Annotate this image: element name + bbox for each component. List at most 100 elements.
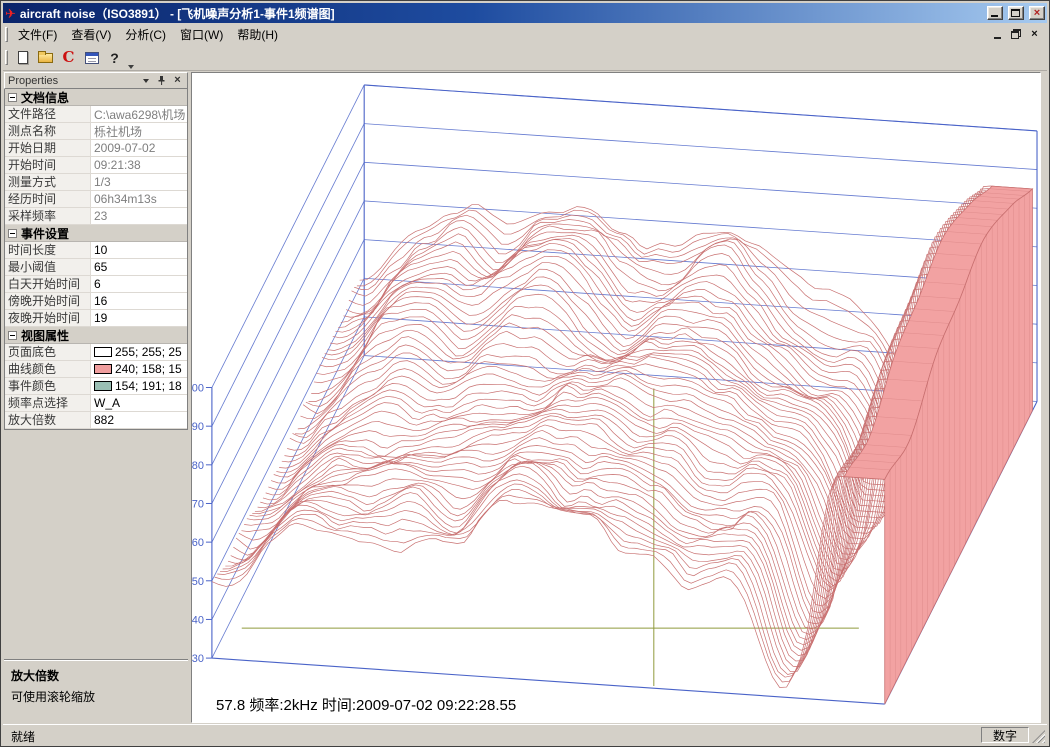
mdi-minimize-icon (994, 37, 1001, 39)
property-label: 文件路径 (5, 106, 91, 122)
resize-grip[interactable] (1032, 730, 1045, 743)
collapse-icon[interactable] (8, 331, 17, 340)
property-value[interactable]: 882 (91, 412, 187, 428)
panel-close-button[interactable]: × (171, 75, 184, 87)
toolbar-grip[interactable] (5, 50, 8, 65)
property-value[interactable]: 65 (91, 259, 187, 275)
toolbar: C? (3, 45, 1047, 71)
property-value[interactable]: 栎社机场 (91, 123, 187, 139)
property-row: 开始时间09:21:38 (5, 157, 187, 174)
menu-item-help[interactable]: 帮助(H) (230, 23, 285, 46)
property-value[interactable]: 16 (91, 293, 187, 309)
y-axis-label: 40 (192, 614, 204, 626)
close-button[interactable]: × (1029, 6, 1045, 20)
menu-grip[interactable] (5, 27, 8, 42)
properties-header: Properties × (4, 72, 188, 89)
menu-item-window[interactable]: 窗口(W) (173, 23, 230, 46)
panel-pin-button[interactable] (155, 75, 168, 87)
y-axis-label: 80 (192, 460, 204, 472)
property-value-text: 10 (94, 243, 107, 257)
property-value-text: W_A (94, 396, 120, 410)
property-value[interactable]: 06h34m13s (91, 191, 187, 207)
minimize-button[interactable] (987, 6, 1003, 20)
mdi-minimize-button[interactable] (991, 28, 1006, 41)
property-row: 页面底色255; 255; 25 (5, 344, 187, 361)
property-value[interactable]: 154; 191; 18 (91, 378, 187, 394)
property-row: 频率点选择W_A (5, 395, 187, 412)
property-value-text: 240; 158; 15 (115, 362, 182, 376)
property-value-text: C:\awa6298\机场 (94, 106, 185, 122)
color-swatch (94, 347, 112, 357)
mdi-close-button[interactable]: × (1027, 28, 1042, 41)
calculate-button[interactable]: C (57, 47, 80, 69)
property-value-text: 1/3 (94, 175, 111, 189)
chart-readout: 57.8 频率:2kHz 时间:2009-07-02 09:22:28.55 (216, 694, 516, 715)
menu-items: 文件(F)查看(V)分析(C)窗口(W)帮助(H) (11, 23, 285, 46)
property-value-text: 2009-07-02 (94, 141, 155, 155)
section-header[interactable]: 事件设置 (5, 225, 187, 242)
property-value[interactable]: 10 (91, 242, 187, 258)
property-row: 文件路径C:\awa6298\机场 (5, 106, 187, 123)
property-label: 傍晚开始时间 (5, 293, 91, 309)
y-axis-label: 70 (192, 498, 204, 510)
property-value-text: 16 (94, 294, 107, 308)
property-row: 开始日期2009-07-02 (5, 140, 187, 157)
menu-item-view[interactable]: 查看(V) (64, 23, 118, 46)
property-value[interactable]: 09:21:38 (91, 157, 187, 173)
newdoc-icon (18, 51, 28, 64)
mdi-restore-button[interactable] (1009, 28, 1024, 41)
help-button[interactable]: ? (103, 47, 126, 69)
statusbar: 就绪 数字 (3, 724, 1047, 744)
property-label: 页面底色 (5, 344, 91, 360)
property-row: 曲线颜色 240; 158; 15 (5, 361, 187, 378)
property-value[interactable]: 19 (91, 310, 187, 326)
property-value-text: 882 (94, 413, 114, 427)
property-value[interactable]: 2009-07-02 (91, 140, 187, 156)
property-value[interactable]: C:\awa6298\机场 (91, 106, 187, 122)
property-label: 曲线颜色 (5, 361, 91, 377)
toolbar-overflow-chevron-icon[interactable] (128, 65, 134, 69)
new-button[interactable] (11, 47, 34, 69)
property-row: 采样频率23 (5, 208, 187, 225)
properties-button[interactable] (80, 47, 103, 69)
chevron-down-icon (143, 79, 149, 83)
properties-spacer (4, 430, 188, 659)
property-value-text: 154; 191; 18 (115, 379, 182, 393)
menu-item-file[interactable]: 文件(F) (11, 23, 64, 46)
properties-description: 放大倍数 可使用滚轮缩放 (4, 659, 188, 723)
chart-area[interactable]: 10090807060504030 57.8 频率:2kHz 时间:2009-0… (191, 72, 1041, 723)
property-label: 时间长度 (5, 242, 91, 258)
mdi-buttons: × (991, 28, 1047, 41)
app-icon: ✈ (5, 7, 16, 20)
property-value[interactable]: 1/3 (91, 174, 187, 190)
minimize-icon (991, 15, 998, 17)
close-icon: × (1030, 7, 1044, 19)
section-header[interactable]: 文档信息 (5, 89, 187, 106)
maximize-button[interactable] (1008, 6, 1024, 20)
collapse-icon[interactable] (8, 229, 17, 238)
collapse-icon[interactable] (8, 93, 17, 102)
property-value[interactable]: 23 (91, 208, 187, 224)
property-row: 时间长度10 (5, 242, 187, 259)
panel-menu-button[interactable] (139, 75, 152, 87)
property-value-text: 6 (94, 277, 101, 291)
property-value[interactable]: W_A (91, 395, 187, 411)
waterfall-svg[interactable]: 10090807060504030 (192, 73, 1040, 722)
property-value-text: 23 (94, 209, 107, 223)
properties-title: Properties (8, 75, 136, 87)
menu-item-analyze[interactable]: 分析(C) (118, 23, 173, 46)
property-label: 事件颜色 (5, 378, 91, 394)
property-label: 测量方式 (5, 174, 91, 190)
property-value[interactable]: 6 (91, 276, 187, 292)
property-label: 经历时间 (5, 191, 91, 207)
y-axis-label: 60 (192, 537, 204, 549)
section-header[interactable]: 视图属性 (5, 327, 187, 344)
property-value[interactable]: 255; 255; 25 (91, 344, 187, 360)
property-row: 测量方式1/3 (5, 174, 187, 191)
y-axis-label: 100 (192, 382, 204, 394)
section-title: 文档信息 (21, 89, 69, 106)
property-value[interactable]: 240; 158; 15 (91, 361, 187, 377)
status-text: 就绪 (5, 727, 978, 743)
description-text: 可使用滚轮缩放 (11, 688, 181, 705)
open-button[interactable] (34, 47, 57, 69)
